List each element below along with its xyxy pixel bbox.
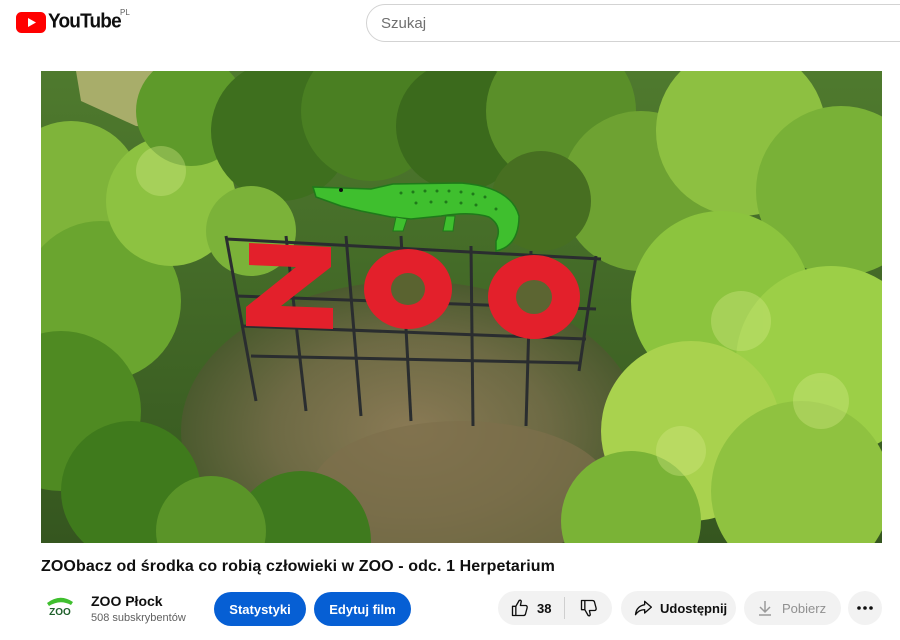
subscriber-count: 508 subskrybentów — [91, 611, 186, 624]
avatar-text: ZOO — [49, 607, 71, 618]
share-icon — [634, 600, 652, 616]
zoo-plock-logo-icon: ZOO — [41, 589, 79, 627]
channel-info: ZOO Płock 508 subskrybentów — [91, 593, 186, 624]
dislike-icon — [580, 599, 597, 617]
like-count: 38 — [537, 600, 552, 616]
dislike-button[interactable] — [565, 591, 612, 625]
video-title: ZOObacz od środka co robią człowieki w Z… — [41, 558, 555, 575]
download-icon — [759, 601, 771, 616]
like-icon — [511, 599, 528, 617]
zoo-sign — [246, 243, 580, 339]
more-icon — [857, 606, 873, 610]
like-dislike-group: 38 — [498, 591, 612, 625]
search-input[interactable] — [381, 14, 900, 32]
statistics-button[interactable]: Statystyki — [214, 592, 306, 626]
more-actions-button[interactable] — [848, 591, 882, 625]
download-button[interactable]: Pobierz — [744, 591, 841, 625]
masthead: YouTube PL — [0, 0, 900, 48]
youtube-logo[interactable]: YouTube PL — [16, 8, 130, 34]
channel-avatar[interactable]: ZOO — [41, 589, 79, 627]
download-label: Pobierz — [782, 600, 827, 616]
video-player[interactable] — [41, 71, 882, 543]
edit-video-button[interactable]: Edytuj film — [314, 592, 411, 626]
region-code: PL — [120, 8, 130, 17]
youtube-logo-icon — [16, 11, 46, 33]
channel-name[interactable]: ZOO Płock — [91, 593, 186, 609]
share-label: Udostępnij — [660, 600, 728, 616]
share-button[interactable]: Udostępnij — [621, 591, 736, 625]
channel-owner: ZOO ZOO Płock 508 subskrybentów — [41, 588, 186, 628]
like-button[interactable]: 38 — [498, 591, 564, 625]
youtube-logo-text: YouTube — [48, 10, 122, 33]
video-frame — [41, 71, 882, 543]
search-box[interactable] — [366, 4, 900, 42]
